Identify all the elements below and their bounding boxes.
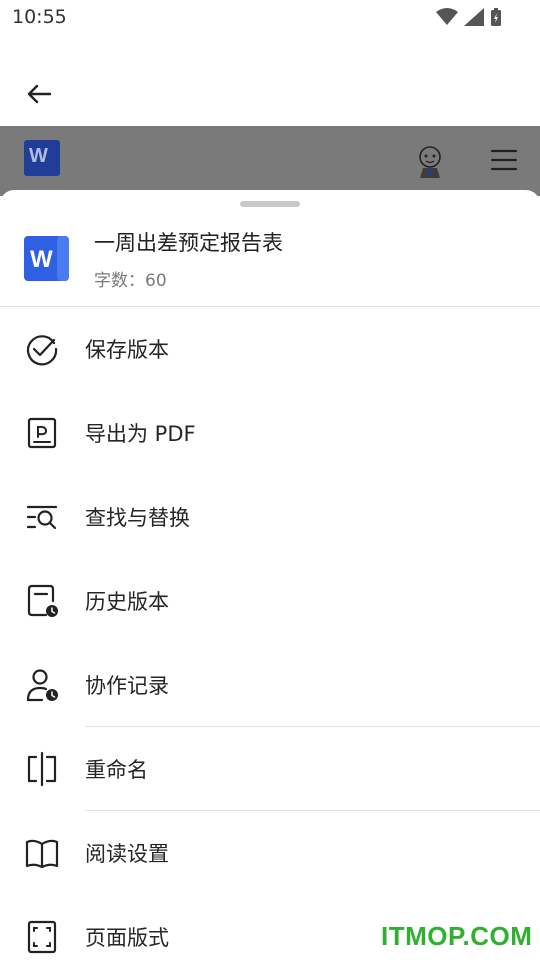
menu-item-export-pdf[interactable]: 导出为 PDF	[0, 391, 540, 475]
word-logo-letter: W	[29, 145, 48, 167]
book-icon	[25, 839, 59, 869]
signal-icon	[464, 8, 484, 26]
menu-label: 阅读设置	[85, 842, 169, 866]
collab-record-icon	[26, 669, 58, 702]
menu-label: 重命名	[85, 758, 148, 782]
bottom-sheet: W 一周出差预定报告表 字数：60 保存版本 导出为 PDF 查找与替换 历史版…	[0, 190, 540, 960]
history-icon	[27, 584, 58, 617]
word-count: 字数：60	[94, 271, 167, 291]
doc-icon-letter: W	[30, 246, 53, 273]
drag-handle[interactable]	[240, 201, 300, 207]
document-header: W 一周出差预定报告表 字数：60	[0, 220, 540, 306]
menu-label: 协作记录	[85, 674, 169, 698]
word-logo: W	[24, 140, 60, 176]
document-toolbar: W	[0, 126, 540, 196]
hamburger-menu-icon[interactable]	[490, 146, 518, 174]
export-pdf-icon	[27, 417, 57, 449]
menu-label: 导出为 PDF	[85, 422, 196, 446]
menu-label: 查找与替换	[85, 506, 190, 530]
menu-item-reading-settings[interactable]: 阅读设置	[0, 811, 540, 895]
watermark: ITMOP.COM	[381, 921, 533, 951]
avatar-icon[interactable]	[413, 144, 447, 178]
status-icons	[436, 7, 502, 27]
rename-icon	[27, 751, 57, 787]
find-replace-icon	[26, 505, 58, 530]
word-doc-icon: W	[24, 236, 69, 281]
back-arrow-icon[interactable]	[24, 78, 56, 110]
app-bar	[0, 38, 540, 126]
menu-label: 页面版式	[85, 926, 169, 950]
menu-item-history-version[interactable]: 历史版本	[0, 559, 540, 643]
check-circle-icon	[26, 335, 58, 366]
menu-item-find-replace[interactable]: 查找与替换	[0, 475, 540, 559]
status-time: 10:55	[12, 6, 67, 28]
document-title: 一周出差预定报告表	[94, 231, 283, 255]
battery-icon	[491, 8, 501, 26]
menu-item-save-version[interactable]: 保存版本	[0, 307, 540, 391]
page-layout-icon	[27, 920, 57, 954]
wifi-icon	[436, 8, 458, 25]
menu-label: 保存版本	[85, 338, 169, 362]
menu-item-rename[interactable]: 重命名	[0, 727, 540, 811]
menu-label: 历史版本	[85, 590, 169, 614]
menu-item-collab-record[interactable]: 协作记录	[0, 643, 540, 727]
status-bar: 10:55	[0, 0, 540, 38]
